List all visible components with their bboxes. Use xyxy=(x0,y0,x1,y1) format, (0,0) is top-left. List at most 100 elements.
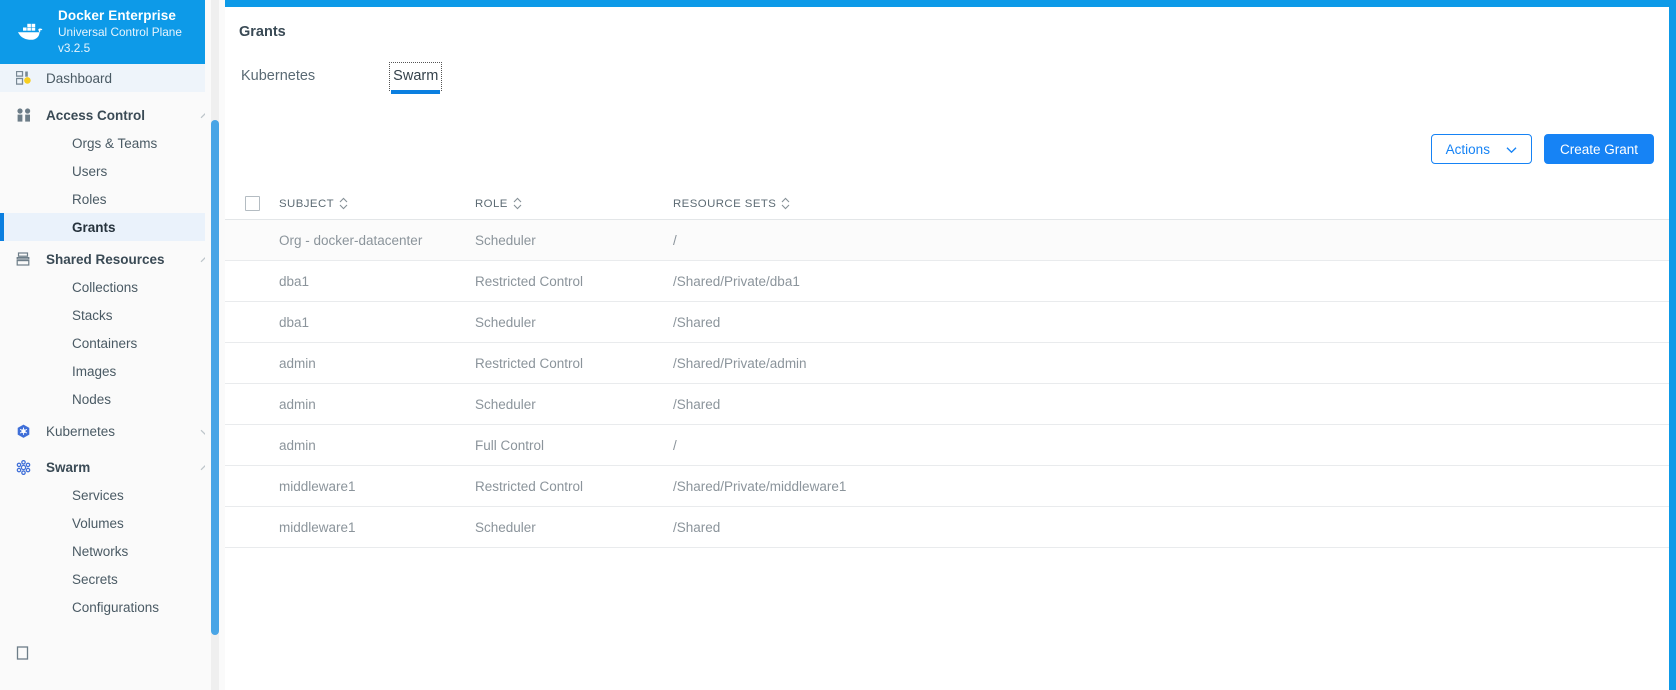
column-header-role[interactable]: ROLE xyxy=(475,197,673,210)
cell-resource-sets: /Shared/Private/dba1 xyxy=(673,273,800,289)
sidebar-item-secrets[interactable]: Secrets xyxy=(0,565,225,593)
sidebar-item-label: Orgs & Teams xyxy=(72,135,158,151)
sidebar-group-kubernetes[interactable]: Kubernetes xyxy=(0,417,225,445)
sidebar-group-label: Kubernetes xyxy=(46,423,116,439)
tab-swarm[interactable]: Swarm xyxy=(389,62,443,94)
sidebar-item-label: Collections xyxy=(72,279,139,295)
sidebar-group-next-partial[interactable] xyxy=(0,639,225,667)
cell-subject: dba1 xyxy=(279,273,310,289)
column-header-subject[interactable]: SUBJECT xyxy=(279,197,475,210)
table-row[interactable]: Org - docker-datacenter Scheduler / xyxy=(225,220,1669,261)
sidebar-item-collections[interactable]: Collections xyxy=(0,273,225,301)
actions-button-label: Actions xyxy=(1445,141,1490,157)
actions-button[interactable]: Actions xyxy=(1430,134,1532,164)
cell-subject: middleware1 xyxy=(279,478,356,494)
table-row[interactable]: admin Full Control / xyxy=(225,425,1669,466)
sidebar-group-label: Access Control xyxy=(46,107,146,123)
cell-role: Scheduler xyxy=(475,314,536,330)
sidebar-group-label: Swarm xyxy=(46,459,91,475)
sidebar-item-images[interactable]: Images xyxy=(0,357,225,385)
tab-kubernetes[interactable]: Kubernetes xyxy=(239,64,317,89)
docker-whale-icon xyxy=(16,19,46,45)
select-all-cell xyxy=(225,196,279,211)
cell-role: Scheduler xyxy=(475,519,536,535)
sidebar-scrollbar-thumb[interactable] xyxy=(211,120,219,635)
sidebar-item-label: Networks xyxy=(72,543,129,559)
users-icon xyxy=(16,108,38,122)
table-row[interactable]: middleware1 Restricted Control/Shared/Pri… xyxy=(225,466,1669,507)
cell-subject: admin xyxy=(279,355,316,371)
sort-icon xyxy=(339,197,348,210)
table-row[interactable]: middleware1 Scheduler/Shared xyxy=(225,507,1669,548)
table-row[interactable]: admin Restricted Control/Shared/Private/a… xyxy=(225,343,1669,384)
create-grant-button[interactable]: Create Grant xyxy=(1543,134,1654,164)
page-title: Grants xyxy=(239,24,286,40)
column-header-label: SUBJECT xyxy=(279,197,335,210)
cell-subject: admin xyxy=(279,396,316,412)
cell-resource-sets: /Shared xyxy=(673,314,721,330)
sidebar-item-volumes[interactable]: Volumes xyxy=(0,509,225,537)
sidebar-item-label: Users xyxy=(72,163,108,179)
cell-subject: Org - docker-datacenter xyxy=(279,232,423,248)
table-row[interactable]: dba1 Restricted Control/Shared/Private/db… xyxy=(225,261,1669,302)
cell-role: Restricted Control xyxy=(475,273,584,289)
sidebar: Docker Enterprise Universal Control Plan… xyxy=(0,0,225,690)
cell-role: Restricted Control xyxy=(475,355,584,371)
cell-subject: admin xyxy=(279,437,316,453)
select-all-checkbox[interactable] xyxy=(245,196,260,211)
grants-table: SUBJECT ROLE RESOURCE SETS Org - docker-… xyxy=(225,188,1669,548)
cell-role: Full Control xyxy=(475,437,545,453)
sidebar-item-orgs-teams[interactable]: Orgs & Teams xyxy=(0,129,225,157)
brand-title: Docker Enterprise xyxy=(58,8,176,23)
main-content: Grants Kubernetes Swarm Actions Create G… xyxy=(225,0,1676,690)
sidebar-item-dashboard[interactable]: Dashboard xyxy=(0,64,225,92)
brand-subtitle: Universal Control Plane v3.2.5 xyxy=(58,25,182,55)
sidebar-item-roles[interactable]: Roles xyxy=(0,185,225,213)
create-grant-label: Create Grant xyxy=(1559,141,1638,157)
sidebar-group-access-control[interactable]: Access Control xyxy=(0,101,225,129)
cell-role: Restricted Control xyxy=(475,478,584,494)
sidebar-item-grants[interactable]: Grants xyxy=(0,213,225,241)
cell-role: Scheduler xyxy=(475,232,536,248)
sidebar-item-stacks[interactable]: Stacks xyxy=(0,301,225,329)
cell-resource-sets: /Shared xyxy=(673,396,721,412)
sidebar-item-services[interactable]: Services xyxy=(0,481,225,509)
column-header-resource-sets[interactable]: RESOURCE SETS xyxy=(673,197,1669,210)
cell-role: Scheduler xyxy=(475,396,536,412)
sidebar-item-label: Nodes xyxy=(72,391,112,407)
sidebar-item-label: Images xyxy=(72,363,117,379)
column-header-label: ROLE xyxy=(475,197,508,210)
kubernetes-icon xyxy=(16,424,38,439)
table-header-row: SUBJECT ROLE RESOURCE SETS xyxy=(225,188,1669,220)
sidebar-item-label: Dashboard xyxy=(46,70,113,86)
sidebar-item-label: Containers xyxy=(72,335,138,351)
ucp-app: Docker Enterprise Universal Control Plan… xyxy=(0,0,1676,690)
sidebar-group-label: Shared Resources xyxy=(46,251,165,267)
sidebar-item-nodes[interactable]: Nodes xyxy=(0,385,225,413)
table-row[interactable]: dba1 Scheduler/Shared xyxy=(225,302,1669,343)
sidebar-item-configurations[interactable]: Configurations xyxy=(0,593,225,621)
sidebar-item-label: Configurations xyxy=(72,599,160,615)
cell-resource-sets: /Shared/Private/middleware1 xyxy=(673,478,847,494)
sidebar-group-shared-resources[interactable]: Shared Resources xyxy=(0,245,225,273)
swarm-icon xyxy=(16,459,38,475)
tab-label: Swarm xyxy=(393,68,439,84)
sidebar-item-users[interactable]: Users xyxy=(0,157,225,185)
sort-icon xyxy=(513,197,522,210)
sidebar-item-label: Roles xyxy=(72,191,107,207)
sidebar-group-swarm[interactable]: Swarm xyxy=(0,453,225,481)
sidebar-item-label: Stacks xyxy=(72,307,113,323)
tab-bar: Kubernetes Swarm xyxy=(225,62,1669,94)
dashboard-icon xyxy=(16,71,38,85)
page-header: Grants xyxy=(225,7,1669,40)
cell-subject: dba1 xyxy=(279,314,310,330)
cell-resource-sets: /Shared xyxy=(673,519,721,535)
sidebar-item-containers[interactable]: Containers xyxy=(0,329,225,357)
sidebar-item-networks[interactable]: Networks xyxy=(0,537,225,565)
brand-header[interactable]: Docker Enterprise Universal Control Plan… xyxy=(0,0,225,64)
layers-icon xyxy=(16,251,38,267)
column-header-label: RESOURCE SETS xyxy=(673,197,777,210)
table-row[interactable]: admin Scheduler/Shared xyxy=(225,384,1669,425)
cell-subject: middleware1 xyxy=(279,519,356,535)
cell-resource-sets: / xyxy=(673,232,677,248)
